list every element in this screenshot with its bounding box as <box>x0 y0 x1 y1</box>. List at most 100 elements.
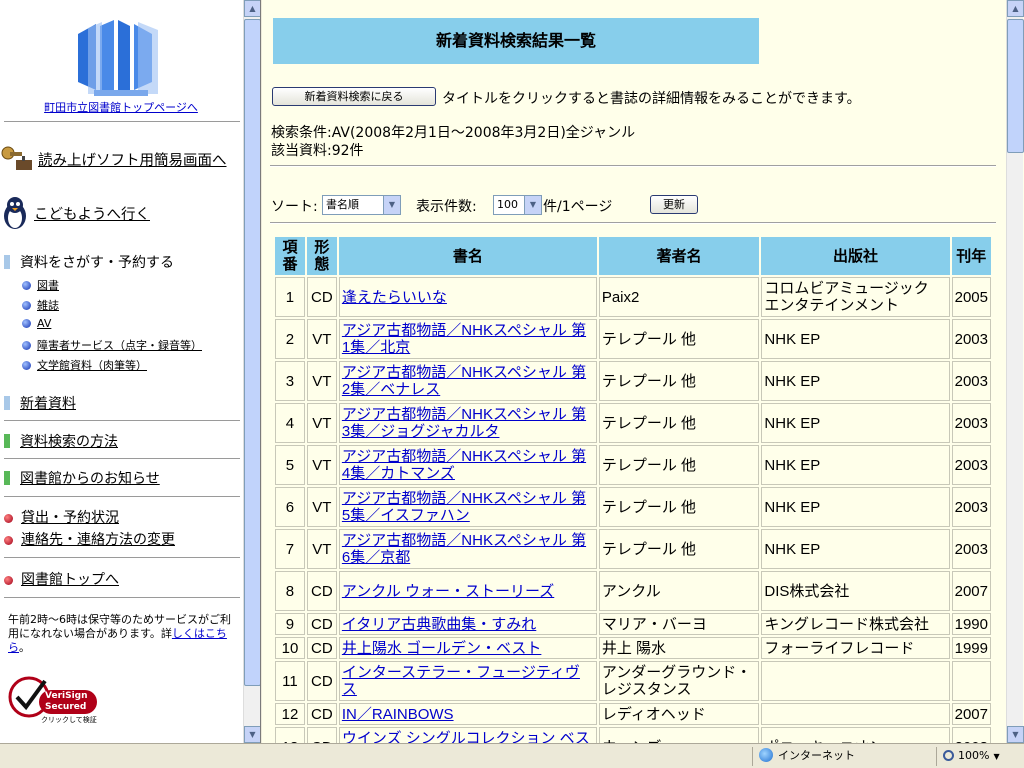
cell-title[interactable]: アジア古都物語／NHKスペシャル 第1集／北京 <box>338 319 597 359</box>
display-count-select[interactable]: 100 ▼ <box>493 195 542 215</box>
title-link[interactable]: イタリア古典歌曲集・すみれ <box>342 616 536 633</box>
sidebar-item-new-materials[interactable]: 新着資料 <box>4 393 76 413</box>
left-frame-scrollbar[interactable]: ▲ ▼ <box>243 0 260 743</box>
cell-title[interactable]: 逢えたらいいな <box>338 277 597 317</box>
cell-title[interactable]: イタリア古典歌曲集・すみれ <box>338 613 597 635</box>
cell-year: 2008 <box>951 727 991 743</box>
title-link[interactable]: アジア古都物語／NHKスペシャル 第4集／カトマンズ <box>342 448 586 482</box>
table-row: 3 VT アジア古都物語／NHKスペシャル 第2集／ベナレス テレプール 他 NHK E… <box>275 361 991 401</box>
cell-title[interactable]: アジア古都物語／NHKスペシャル 第3集／ジョグジャカルタ <box>338 403 597 443</box>
sidebar-item-literature-museum[interactable]: 文学館資料（肉筆等） <box>22 357 147 373</box>
scroll-up-icon[interactable]: ▲ <box>244 0 260 17</box>
sidebar-item-label[interactable]: 文学館資料（肉筆等） <box>37 359 147 372</box>
scroll-down-icon[interactable]: ▼ <box>244 726 260 743</box>
instruction-text: タイトルをクリックすると書誌の詳細情報をみることができます。 <box>442 91 861 107</box>
sidebar-item-label[interactable]: 図書館トップへ <box>21 572 119 588</box>
update-button[interactable]: 更新 <box>650 195 698 214</box>
title-link[interactable]: インターステラー・フュージティヴス <box>342 664 580 698</box>
section-marker <box>4 434 10 448</box>
sidebar-item-label[interactable]: 雑誌 <box>37 299 59 312</box>
verisign-seal[interactable]: VeriSign Secured クリックして検証 <box>5 675 101 727</box>
title-link[interactable]: アジア古都物語／NHKスペシャル 第1集／北京 <box>342 322 586 356</box>
cell-title[interactable]: ウインズ シングルコレクション ベスト イレブン <box>338 727 597 743</box>
sidebar-item-label[interactable]: 連絡先・連絡方法の変更 <box>21 532 175 548</box>
penguin-icon <box>0 196 30 234</box>
title-link[interactable]: ウインズ シングルコレクション ベスト イレブン <box>342 730 590 743</box>
globe-icon <box>759 748 773 762</box>
gramophone-icon <box>0 144 34 178</box>
sidebar-item-search-howto[interactable]: 資料検索の方法 <box>4 431 118 451</box>
sidebar-item-label[interactable]: 貸出・予約状況 <box>21 510 119 526</box>
back-to-search-button[interactable]: 新着資料検索に戻る <box>272 87 436 106</box>
cell-title[interactable]: アジア古都物語／NHKスペシャル 第6集／京都 <box>338 529 597 569</box>
reader-software-link[interactable]: 読み上げソフト用簡易画面へ <box>0 144 227 178</box>
sidebar-item-notices[interactable]: 図書館からのお知らせ <box>4 468 160 488</box>
cell-no: 3 <box>275 361 305 401</box>
cell-title[interactable]: IN／RAINBOWS <box>338 703 597 725</box>
title-link[interactable]: アジア古都物語／NHKスペシャル 第6集／京都 <box>342 532 586 566</box>
title-link[interactable]: IN／RAINBOWS <box>342 706 454 723</box>
sidebar-item-label[interactable]: 障害者サービス（点字・録音等） <box>37 339 202 352</box>
title-link[interactable]: アジア古都物語／NHKスペシャル 第5集／イスファハン <box>342 490 586 524</box>
reader-software-link-text[interactable]: 読み上げソフト用簡易画面へ <box>38 153 227 169</box>
verisign-line1: VeriSign <box>45 691 88 701</box>
divider <box>4 496 240 498</box>
table-row: 6 VT アジア古都物語／NHKスペシャル 第5集／イスファハン テレプール 他 NHK… <box>275 487 991 527</box>
cell-no: 7 <box>275 529 305 569</box>
cell-title[interactable]: アジア古都物語／NHKスペシャル 第4集／カトマンズ <box>338 445 597 485</box>
zoom-level: 100% <box>958 749 990 762</box>
scroll-thumb[interactable] <box>1007 19 1024 153</box>
sidebar-item-label[interactable]: 図書 <box>37 279 59 292</box>
cell-year: 1999 <box>951 637 991 659</box>
sidebar-item-magazines[interactable]: 雑誌 <box>22 297 59 313</box>
cell-year: 2007 <box>951 703 991 725</box>
results-frame-scrollbar[interactable]: ▲ ▼ <box>1006 0 1024 743</box>
library-logo-icon <box>78 20 158 96</box>
sidebar-item-label[interactable]: 図書館からのお知らせ <box>20 471 160 487</box>
scroll-thumb[interactable] <box>244 19 260 686</box>
sidebar-item-disability-services[interactable]: 障害者サービス（点字・録音等） <box>22 337 202 353</box>
sidebar-item-library-top[interactable]: 図書館トップへ <box>4 569 119 589</box>
header-publisher: 出版社 <box>761 237 950 275</box>
zoom-control[interactable]: 100% ▼ <box>936 747 1024 766</box>
cell-author: Paix2 <box>598 277 760 317</box>
scroll-up-icon[interactable]: ▲ <box>1007 0 1024 17</box>
kids-page-link[interactable]: こどもようへ行く <box>0 196 150 234</box>
cell-type: VT <box>306 403 337 443</box>
cell-type: VT <box>306 445 337 485</box>
cell-title[interactable]: 井上陽水 ゴールデン・ベスト <box>338 637 597 659</box>
cell-no: 8 <box>275 571 305 611</box>
sort-label: ソート: <box>271 199 318 215</box>
cell-title[interactable]: アジア古都物語／NHKスペシャル 第5集／イスファハン <box>338 487 597 527</box>
cell-title[interactable]: アンクル ウォー・ストーリーズ <box>338 571 597 611</box>
title-link[interactable]: 逢えたらいいな <box>342 289 447 306</box>
kids-page-link-text[interactable]: こどもようへ行く <box>34 207 150 223</box>
sidebar-item-label[interactable]: 資料検索の方法 <box>20 434 118 450</box>
chevron-down-icon[interactable]: ▼ <box>993 752 999 761</box>
cell-author: テレプール 他 <box>598 403 760 443</box>
results-table-body: 1 CD 逢えたらいいな Paix2 コロムビアミュージック エンタテインメント 2005… <box>275 277 991 743</box>
title-link[interactable]: アジア古都物語／NHKスペシャル 第2集／ベナレス <box>342 364 586 398</box>
cell-title[interactable]: アジア古都物語／NHKスペシャル 第2集／ベナレス <box>338 361 597 401</box>
sidebar-item-books[interactable]: 図書 <box>22 277 59 293</box>
sidebar-item-contact-change[interactable]: 連絡先・連絡方法の変更 <box>4 529 175 549</box>
sort-select[interactable]: 書名順 ▼ <box>322 195 401 215</box>
sidebar-item-label[interactable]: AV <box>37 317 51 330</box>
sidebar-item-av[interactable]: AV <box>22 317 51 330</box>
cell-year: 2003 <box>951 319 991 359</box>
title-link[interactable]: 井上陽水 ゴールデン・ベスト <box>342 640 541 657</box>
library-top-page-link[interactable]: 町田市立図書館トップページへ <box>0 99 242 115</box>
cell-type: CD <box>306 571 337 611</box>
title-link[interactable]: アンクル ウォー・ストーリーズ <box>342 583 554 600</box>
library-logo[interactable] <box>0 20 242 100</box>
cell-title[interactable]: インターステラー・フュージティヴス <box>338 661 597 701</box>
cell-author: テレプール 他 <box>598 361 760 401</box>
scroll-down-icon[interactable]: ▼ <box>1007 726 1024 743</box>
cell-author: ウィンズ <box>598 727 760 743</box>
cell-type: CD <box>306 613 337 635</box>
title-link[interactable]: アジア古都物語／NHKスペシャル 第3集／ジョグジャカルタ <box>342 406 586 440</box>
cell-type: CD <box>306 637 337 659</box>
cell-author: マリア・バーヨ <box>598 613 760 635</box>
sidebar-item-label[interactable]: 新着資料 <box>20 396 76 412</box>
sidebar-item-loan-status[interactable]: 貸出・予約状況 <box>4 507 119 527</box>
